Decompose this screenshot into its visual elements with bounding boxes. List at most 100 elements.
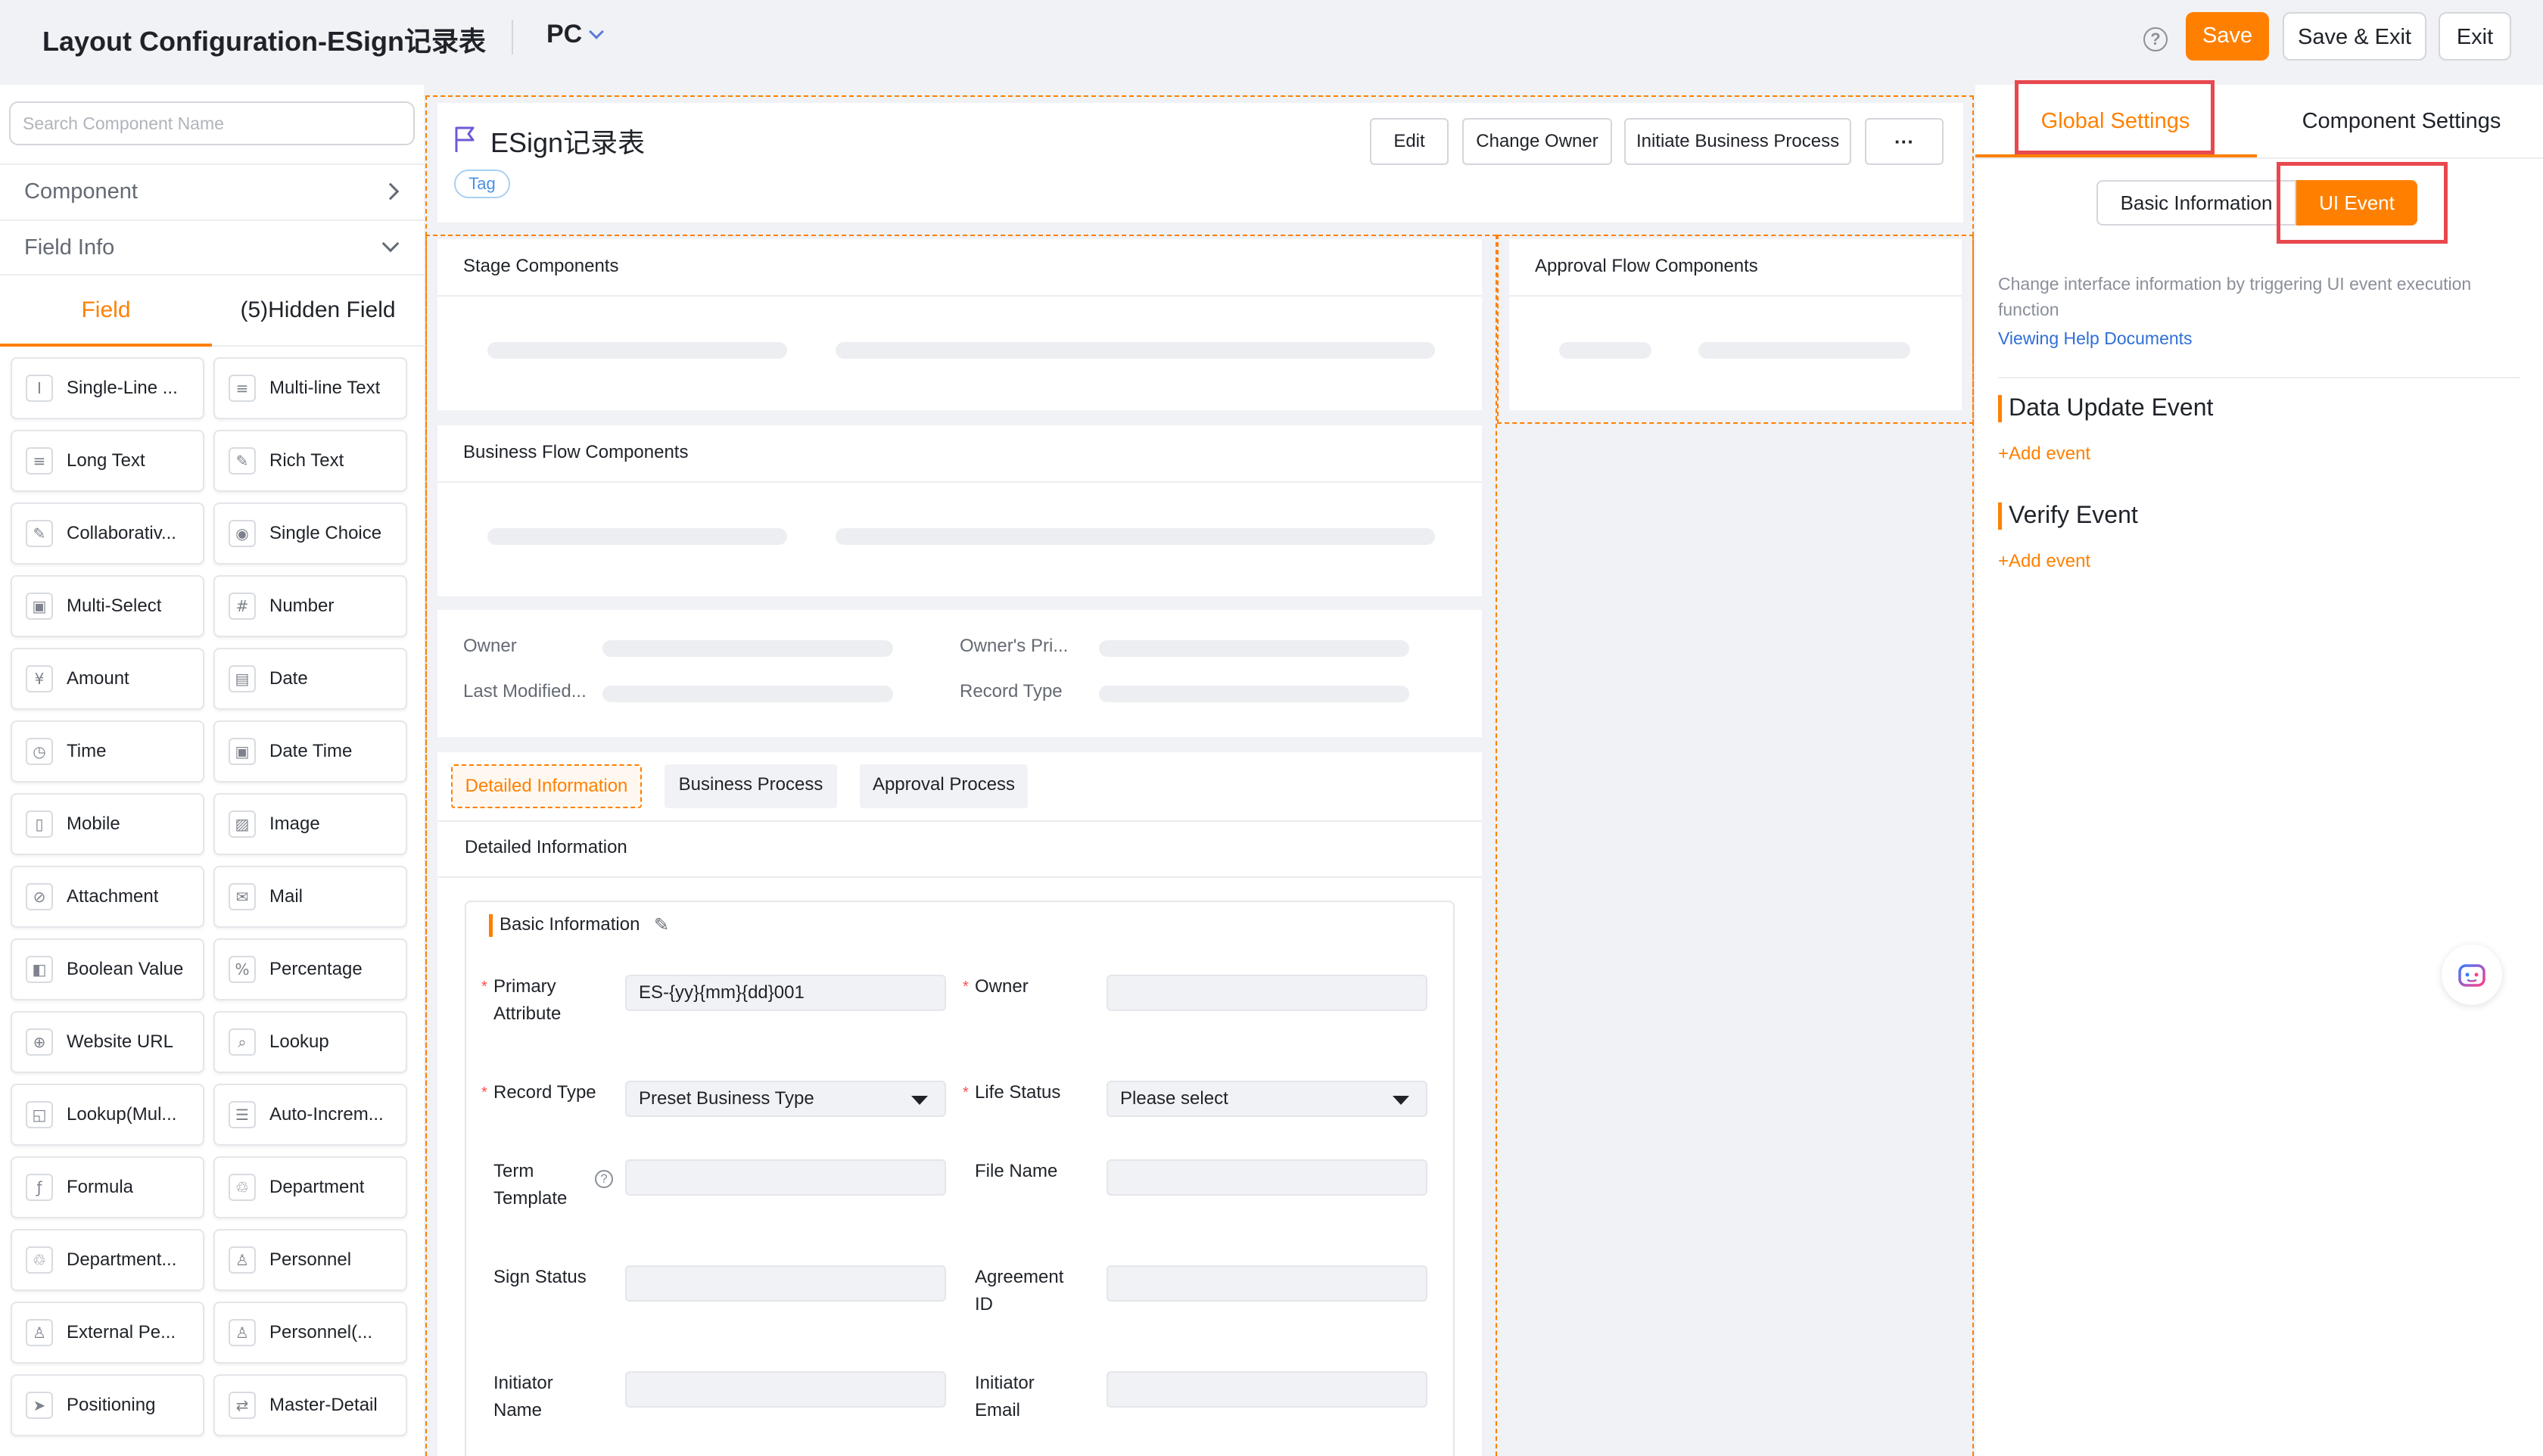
approval-flow-components-card[interactable]: Approval Flow Components xyxy=(1509,239,1962,410)
field-palette-item[interactable]: ☰ Auto-Increm... xyxy=(213,1084,407,1146)
initiator-email-input[interactable] xyxy=(1107,1371,1427,1408)
initiator-name-input[interactable] xyxy=(625,1371,946,1408)
field-type-icon: % xyxy=(229,956,256,983)
section-accent-bar xyxy=(489,914,493,937)
device-select-label: PC xyxy=(546,20,583,48)
stage-components-title: Stage Components xyxy=(463,256,619,276)
field-palette-item[interactable]: ⊕ Website URL xyxy=(11,1011,204,1073)
agreement-id-input[interactable] xyxy=(1107,1265,1427,1302)
field-palette-item[interactable]: # Number xyxy=(213,575,407,637)
basic-information-segment[interactable]: Basic Information xyxy=(2096,180,2296,226)
field-palette-item[interactable]: ♲ Department xyxy=(213,1156,407,1218)
field-palette-label: Date xyxy=(269,668,308,689)
skeleton-placeholder xyxy=(1559,342,1651,359)
tab-field[interactable]: Field xyxy=(0,275,212,347)
summary-fields-card[interactable]: Owner Owner's Pri... Last Modified... Re… xyxy=(437,610,1482,737)
field-palette-item[interactable]: ƒ Formula xyxy=(11,1156,204,1218)
initiate-business-process-button[interactable]: Initiate Business Process xyxy=(1624,118,1851,165)
field-palette-item[interactable]: ⇄ Master-Detail xyxy=(213,1374,407,1436)
field-type-icon: ♙ xyxy=(229,1246,256,1274)
field-palette-item[interactable]: ♲ Department... xyxy=(11,1229,204,1291)
field-palette-item[interactable]: ✎ Collaborativ... xyxy=(11,502,204,565)
term-template-label: Term Template xyxy=(493,1161,568,1209)
stage-components-card[interactable]: Stage Components xyxy=(437,239,1482,410)
tag-badge[interactable]: Tag xyxy=(454,170,510,198)
basic-information-form[interactable]: Basic Information ✎ * Primary Attribute E… xyxy=(465,901,1455,1456)
field-palette-item[interactable]: ◱ Lookup(Mul... xyxy=(11,1084,204,1146)
save-and-exit-button[interactable]: Save & Exit xyxy=(2283,12,2426,61)
record-header-card[interactable]: ESign记录表 Tag Edit Change Owner Initiate … xyxy=(437,103,1963,222)
tab-business-process[interactable]: Business Process xyxy=(665,764,837,808)
business-flow-components-card[interactable]: Business Flow Components xyxy=(437,425,1482,596)
field-palette-item[interactable]: ≡ Multi-line Text xyxy=(213,357,407,419)
field-palette-item[interactable]: ♙ Personnel xyxy=(213,1229,407,1291)
field-palette-item[interactable]: ▤ Date xyxy=(213,648,407,710)
help-icon[interactable]: ? xyxy=(595,1170,613,1188)
field-palette-item[interactable]: ⊘ Attachment xyxy=(11,866,204,928)
field-palette-item[interactable]: ▣ Date Time xyxy=(213,720,407,782)
tab-component-settings[interactable]: Component Settings xyxy=(2277,85,2526,157)
caret-down-icon xyxy=(911,1096,928,1105)
field-palette-item[interactable]: ▨ Image xyxy=(213,793,407,855)
primary-attribute-input[interactable]: ES-{yy}{mm}{dd}001 xyxy=(625,975,946,1011)
field-palette-item[interactable]: ✉ Mail xyxy=(213,866,407,928)
pencil-icon[interactable]: ✎ xyxy=(654,914,669,935)
question-circle-icon[interactable]: ? xyxy=(2143,27,2168,51)
skeleton-placeholder xyxy=(602,640,893,657)
add-verify-event-button[interactable]: +Add event xyxy=(1998,551,2090,572)
sign-status-input[interactable] xyxy=(625,1265,946,1302)
component-section-toggle[interactable]: Component xyxy=(0,163,424,218)
field-palette-item[interactable]: % Percentage xyxy=(213,938,407,1000)
top-bar: Layout Configuration-ESign记录表 PC ? Save … xyxy=(0,0,2543,85)
detail-tabs-card[interactable]: Detailed Information Business Process Ap… xyxy=(437,752,1482,1456)
tab-detailed-information[interactable]: Detailed Information xyxy=(451,764,642,808)
field-type-icon: ♲ xyxy=(26,1246,53,1274)
life-status-select[interactable]: Please select xyxy=(1107,1081,1427,1117)
field-palette-item[interactable]: ♙ External Pe... xyxy=(11,1302,204,1364)
field-palette-item[interactable]: ▣ Multi-Select xyxy=(11,575,204,637)
term-template-input[interactable] xyxy=(625,1159,946,1196)
field-info-section-toggle[interactable]: Field Info xyxy=(0,219,424,274)
assistant-bot-button[interactable] xyxy=(2442,944,2502,1005)
field-palette-item[interactable]: ◉ Single Choice xyxy=(213,502,407,565)
add-data-update-event-button[interactable]: +Add event xyxy=(1998,443,2090,465)
record-type-select[interactable]: Preset Business Type xyxy=(625,1081,946,1117)
field-palette-label: Number xyxy=(269,596,335,616)
divider xyxy=(1998,377,2520,378)
field-palette-label: Mobile xyxy=(67,814,120,834)
highlight-box-ui-event xyxy=(2277,162,2448,244)
divider xyxy=(437,820,1482,822)
field-palette-item[interactable]: ♙ Personnel(... xyxy=(213,1302,407,1364)
field-palette-label: Personnel xyxy=(269,1249,352,1270)
skeleton-placeholder xyxy=(602,686,893,702)
search-input[interactable]: Search Component Name xyxy=(9,101,415,145)
field-palette-item[interactable]: ▯ Mobile xyxy=(11,793,204,855)
field-palette-item[interactable]: ⌕ Lookup xyxy=(213,1011,407,1073)
help-documents-link[interactable]: Viewing Help Documents xyxy=(1998,328,2193,349)
field-type-icon: ≡ xyxy=(229,375,256,402)
sign-status-label: Sign Status xyxy=(493,1267,587,1287)
edit-button[interactable]: Edit xyxy=(1370,118,1449,165)
field-type-icon: ▯ xyxy=(26,810,53,838)
field-palette-label: Department xyxy=(269,1177,365,1197)
field-palette-item[interactable]: ➤ Positioning xyxy=(11,1374,204,1436)
field-palette-item[interactable]: I Single-Line ... xyxy=(11,357,204,419)
field-palette-item[interactable]: ◷ Time xyxy=(11,720,204,782)
file-name-input[interactable] xyxy=(1107,1159,1427,1196)
field-palette-label: Multi-line Text xyxy=(269,378,381,398)
field-type-icon: ¥ xyxy=(26,665,53,692)
tab-hidden-field[interactable]: (5)Hidden Field xyxy=(212,275,424,347)
last-modified-label: Last Modified... xyxy=(463,681,587,702)
exit-button[interactable]: Exit xyxy=(2439,12,2511,61)
field-type-icon: ◷ xyxy=(26,738,53,765)
device-select[interactable]: PC xyxy=(546,20,605,49)
field-palette-item[interactable]: ◧ Boolean Value xyxy=(11,938,204,1000)
tab-approval-process[interactable]: Approval Process xyxy=(860,764,1028,808)
save-button[interactable]: Save xyxy=(2186,12,2269,61)
change-owner-button[interactable]: Change Owner xyxy=(1462,118,1612,165)
field-palette-item[interactable]: ¥ Amount xyxy=(11,648,204,710)
field-palette-item[interactable]: ≡ Long Text xyxy=(11,430,204,492)
more-actions-button[interactable]: ··· xyxy=(1865,118,1944,165)
owner-input[interactable] xyxy=(1107,975,1427,1011)
field-palette-item[interactable]: ✎ Rich Text xyxy=(213,430,407,492)
